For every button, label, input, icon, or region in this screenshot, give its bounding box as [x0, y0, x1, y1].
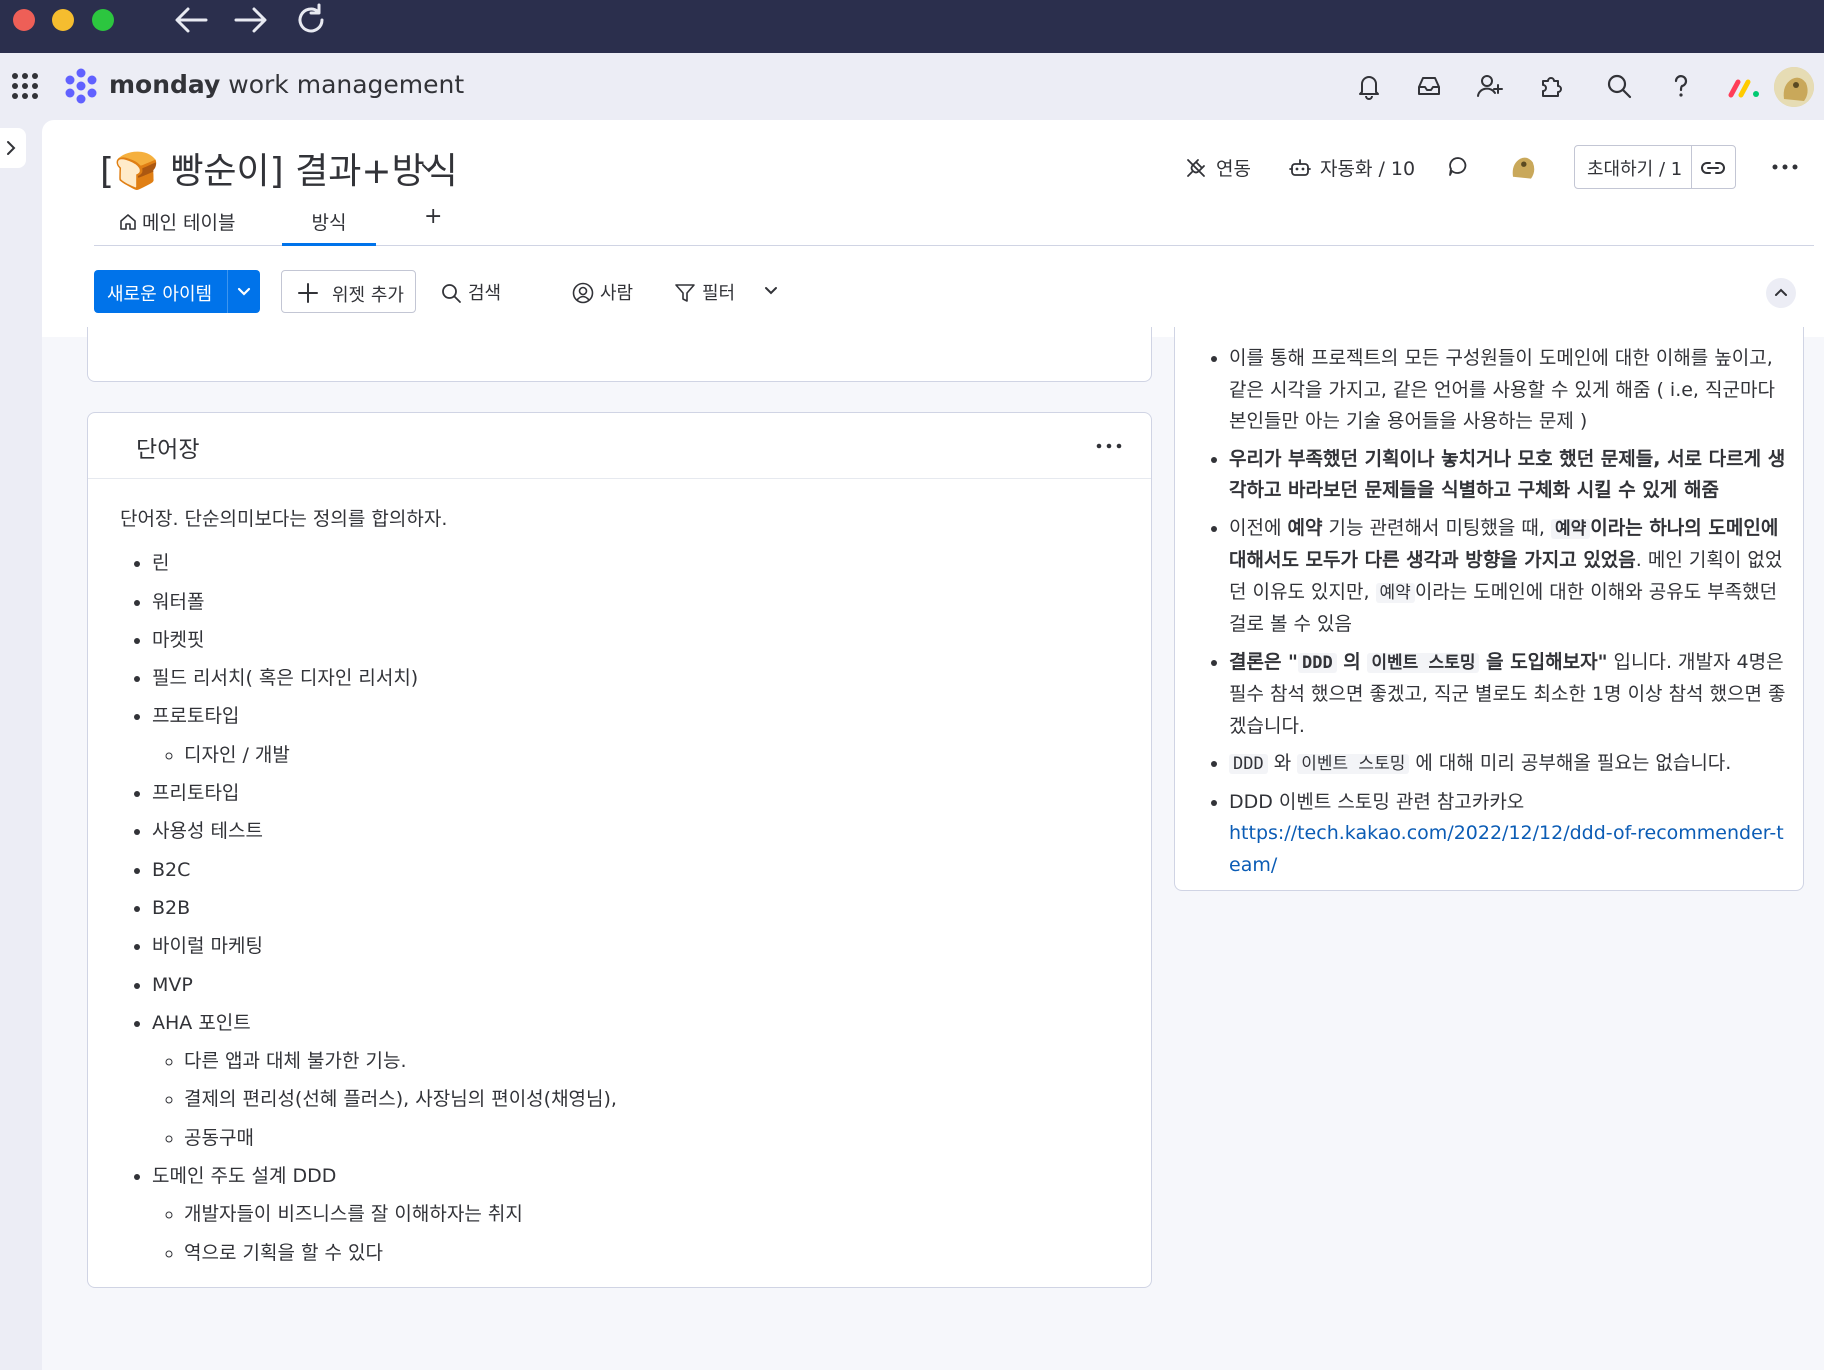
window-close-button[interactable] — [13, 9, 35, 31]
list-item: MVP — [152, 966, 1120, 1004]
list-item: 바이럴 마케팅 — [152, 927, 1120, 965]
chevron-up-icon — [1775, 288, 1787, 296]
list-item: DDD 와 이벤트 스토밍 에 대해 미리 공부해올 필요는 없습니다. — [1229, 748, 1793, 781]
board-header: [🍞 빵순이] 결과+방식 연동 자동화 / 10 초대하기 / 1 메인 테이… — [42, 120, 1824, 337]
add-widget-button[interactable]: 위젯 추가 — [281, 270, 416, 313]
board-title[interactable]: [🍞 빵순이] 결과+방식 — [100, 142, 458, 194]
widget-header: 단어장 — [88, 413, 1151, 479]
vocab-widget: 단어장 단어장. 단순의미보다는 정의를 합의하자. 린 워터폴 마켓핏 필드 … — [87, 412, 1152, 1288]
inbox-icon[interactable] — [1414, 71, 1444, 101]
list-item: B2C — [152, 851, 1120, 889]
list-item: 필드 리서치( 혹은 디자인 리서치) — [152, 659, 1120, 697]
vocab-intro: 단어장. 단순의미보다는 정의를 합의하자. — [120, 508, 448, 530]
tab-method[interactable]: 방식 — [282, 208, 376, 246]
new-item-button[interactable]: 새로운 아이템 — [94, 270, 260, 313]
notes-text[interactable]: 이를 통해 프로젝트의 모든 구성원들이 도메인에 대한 이해를 높이고, 같은… — [1197, 343, 1793, 887]
list-item: 프리토타입 — [152, 774, 1120, 812]
person-filter-button[interactable]: 사람 — [572, 279, 633, 305]
back-arrow-icon[interactable] — [172, 2, 210, 38]
home-icon — [120, 214, 136, 230]
tab-main-table[interactable]: 메인 테이블 — [118, 208, 235, 235]
list-item: B2B — [152, 889, 1120, 927]
notes-list: 이를 통해 프로젝트의 모든 구성원들이 도메인에 대한 이해를 높이고, 같은… — [1229, 343, 1793, 881]
chevron-down-icon[interactable] — [418, 157, 440, 179]
invite-button[interactable]: 초대하기 / 1 — [1574, 145, 1736, 189]
list-item: DDD 이벤트 스토밍 관련 참고카카오https://tech.kakao.c… — [1229, 787, 1793, 882]
board-more-icon[interactable] — [1770, 154, 1800, 180]
plus-icon — [298, 283, 318, 303]
chevron-right-icon — [7, 141, 16, 155]
automate-button[interactable]: 자동화 / 10 — [1288, 154, 1415, 181]
list-item: 워터폴 — [152, 583, 1120, 621]
list-item: 결제의 편리성(선혜 플러스), 사장님의 편이성(채영님), — [184, 1080, 1120, 1118]
window-zoom-button[interactable] — [92, 9, 114, 31]
list-item: 사용성 테스트 — [152, 812, 1120, 850]
brand-name[interactable]: monday work management — [109, 70, 464, 99]
board-view-tabs: 메인 테이블 방식 + — [94, 202, 1814, 246]
filter-icon — [675, 284, 695, 302]
plug-icon — [1187, 159, 1205, 177]
list-item: 다른 앱과 대체 불가한 기능. — [184, 1042, 1120, 1080]
kakao-reference-link[interactable]: https://tech.kakao.com/2022/12/12/ddd-of… — [1229, 822, 1784, 876]
updates-button[interactable] — [1446, 154, 1478, 178]
app-launcher-icon[interactable] — [10, 71, 40, 101]
chat-bubble-icon — [1449, 157, 1467, 176]
list-item: 이를 통해 프로젝트의 모든 구성원들이 도메인에 대한 이해를 높이고, 같은… — [1229, 343, 1793, 438]
list-item: 린 — [152, 544, 1120, 582]
search-button[interactable]: 검색 — [440, 279, 501, 305]
list-item: 프로토타입 디자인 / 개발 — [152, 697, 1120, 774]
list-item: 마켓핏 — [152, 621, 1120, 659]
search-icon — [442, 284, 461, 303]
monday-logo-icon[interactable] — [62, 67, 100, 105]
copy-link-icon[interactable] — [1699, 156, 1727, 180]
forward-arrow-icon[interactable] — [232, 2, 270, 38]
vocab-list: 린 워터폴 마켓핏 필드 리서치( 혹은 디자인 리서치) 프로토타입 디자인 … — [152, 544, 1120, 1272]
widget-title[interactable]: 단어장 — [136, 430, 199, 464]
robot-icon — [1289, 159, 1311, 176]
puzzle-icon[interactable] — [1536, 71, 1566, 101]
dashboard-content: 단어장 단어장. 단순의미보다는 정의를 합의하자. 린 워터폴 마켓핏 필드 … — [42, 327, 1824, 1370]
list-item: 결론은 "DDD 의 이벤트 스토밍 을 도입해보자" 입니다. 개발자 4명은… — [1229, 647, 1793, 743]
list-item: 공동구매 — [184, 1119, 1120, 1157]
list-item: 도메인 주도 설계 DDD 개발자들이 비즈니스를 잘 이해하자는 취지 역으로… — [152, 1157, 1120, 1272]
browser-titlebar — [0, 0, 1824, 53]
user-avatar[interactable] — [1774, 67, 1814, 107]
person-icon — [572, 282, 594, 304]
list-item: 우리가 부족했던 기획이나 놓치거나 모호 했던 문제들, 서로 다르게 생각하… — [1229, 444, 1793, 507]
vocab-text[interactable]: 단어장. 단순의미보다는 정의를 합의하자. 린 워터폴 마켓핏 필드 리서치(… — [120, 500, 1120, 1272]
help-icon[interactable] — [1666, 71, 1696, 101]
widget-more-icon[interactable] — [1094, 433, 1124, 459]
list-item: AHA 포인트 다른 앱과 대체 불가한 기능. 결제의 편리성(선혜 플러스)… — [152, 1004, 1120, 1157]
filter-dropdown-button[interactable] — [760, 280, 788, 302]
add-view-button[interactable]: + — [424, 204, 442, 229]
expand-sidebar-button[interactable] — [0, 128, 26, 168]
chevron-down-icon — [765, 287, 777, 295]
list-item: 디자인 / 개발 — [184, 736, 1120, 774]
window-minimize-button[interactable] — [52, 9, 74, 31]
board-owner-avatar[interactable] — [1504, 148, 1540, 184]
bell-icon[interactable] — [1354, 71, 1384, 101]
collapse-header-button[interactable] — [1766, 278, 1796, 308]
invite-user-icon[interactable] — [1475, 71, 1505, 101]
reload-icon[interactable] — [292, 2, 330, 38]
notes-widget: 이를 통해 프로젝트의 모든 구성원들이 도메인에 대한 이해를 높이고, 같은… — [1174, 327, 1804, 891]
list-item: 이전에 예약 기능 관련해서 미팅했을 때, 예약이라는 하나의 도메인에 대해… — [1229, 513, 1793, 641]
widget-card-top — [87, 327, 1152, 382]
integrate-button[interactable]: 연동 — [1184, 154, 1251, 181]
filter-button[interactable]: 필터 — [674, 279, 735, 305]
search-icon[interactable] — [1604, 71, 1634, 101]
monday-mark-icon[interactable] — [1728, 73, 1762, 101]
list-item: 개발자들이 비즈니스를 잘 이해하자는 취지 — [184, 1195, 1120, 1233]
chevron-down-icon[interactable] — [234, 282, 254, 302]
left-sidebar-strip — [0, 120, 42, 1370]
list-item: 역으로 기획을 할 수 있다 — [184, 1234, 1120, 1272]
app-header: monday work management — [0, 53, 1824, 120]
